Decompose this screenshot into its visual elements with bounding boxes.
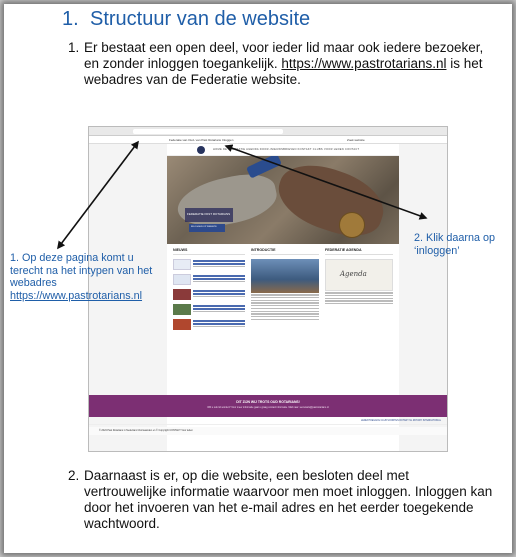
pr-coin-icon <box>339 212 365 238</box>
hero-login-button[interactable]: INLOGGEN OP WEBSITE <box>189 224 225 232</box>
agenda-image: Agenda <box>325 259 393 291</box>
paragraph-2-text: Daarnaast is er, op die website, een bes… <box>84 468 493 531</box>
news-item[interactable] <box>173 289 245 300</box>
left-annotation-text: 1. Op deze pagina komt u terecht na het … <box>10 252 153 289</box>
copyright-text: © 2024 Past Rotarians in Nederland Voorw… <box>99 429 193 432</box>
can-image <box>246 156 282 179</box>
left-annotation: 1. Op deze pagina komt u terecht na het … <box>10 252 168 302</box>
footer-nav-bar: LEDENTOEGANG CLUB SOORTEN ROTARY NL ROTA… <box>89 419 447 425</box>
copyright-bar: © 2024 Past Rotarians in Nederland Voorw… <box>89 427 447 435</box>
browser-chrome <box>89 127 447 136</box>
hero-band-text: FEDERATIE PAST ROTARIANS <box>187 212 231 216</box>
agenda-column: FEDERATIE AGENDA Agenda <box>325 248 393 306</box>
hero-image: FEDERATIE PAST ROTARIANS INLOGGEN OP WEB… <box>167 156 399 244</box>
news-item[interactable] <box>173 259 245 270</box>
news-column: NIEUWS <box>173 248 245 330</box>
paragraph-1-number: 1. <box>68 40 80 55</box>
federation-logo-icon <box>197 146 205 154</box>
hero-button-text: INLOGGEN OP WEBSITE <box>191 226 217 228</box>
heading-title: Structuur van de website <box>90 8 311 30</box>
paragraph-1: 1. Er bestaat een open deel, voor ieder … <box>68 40 494 88</box>
banner-title: DIT ZIJN WIJ TROTS OUD ROTARIANS! <box>236 400 300 404</box>
paragraph-2-number: 2. <box>68 468 80 483</box>
footer-nav[interactable]: LEDENTOEGANG CLUB SOORTEN ROTARY NL ROTA… <box>361 420 441 422</box>
news-item[interactable] <box>173 319 245 330</box>
banner-subtitle: Wilt u ook lid worden? Voor meer informa… <box>207 406 329 409</box>
agenda-heading: FEDERATIE AGENDA <box>325 248 393 255</box>
website-link[interactable]: https://www.pastrotarians.nl <box>281 56 446 71</box>
topbar-left-text: Federatie van Oud- van Past Rotarians In… <box>169 138 234 142</box>
news-item[interactable] <box>173 274 245 285</box>
right-annotation: 2. Klik daarna op ‘inloggen’ <box>414 232 496 257</box>
heading-number: 1. <box>62 8 79 30</box>
address-bar <box>133 129 283 134</box>
hero-band: FEDERATIE PAST ROTARIANS <box>185 208 233 222</box>
intro-column: INTRODUCTIE <box>251 248 319 321</box>
paragraph-2: 2. Daarnaast is er, op die website, een … <box>68 468 494 532</box>
banner: DIT ZIJN WIJ TROTS OUD ROTARIANS! Wilt u… <box>89 395 447 417</box>
left-annotation-link[interactable]: https://www.pastrotarians.nl <box>10 290 142 302</box>
shoe-image-right <box>270 156 392 244</box>
intro-heading: INTRODUCTIE <box>251 248 319 255</box>
news-heading: NIEUWS <box>173 248 245 255</box>
site-topbar: Federatie van Oud- van Past Rotarians In… <box>89 136 447 144</box>
site-navbar: HOME DE FEDERATIE AGENDA DOOR-/NIEUWSBRI… <box>167 144 399 156</box>
site-nav-items: HOME DE FEDERATIE AGENDA DOOR-/NIEUWSBRI… <box>213 148 360 151</box>
news-item[interactable] <box>173 304 245 315</box>
section-heading: 1. Structuur van de website <box>62 8 310 31</box>
content-columns: NIEUWS INTRODUCTIE FEDERATIE AGENDA Agen… <box>173 248 393 366</box>
agenda-image-text: Agenda <box>340 270 367 278</box>
intro-photo <box>251 259 319 293</box>
topbar-right-text: Zoek website <box>347 138 365 142</box>
